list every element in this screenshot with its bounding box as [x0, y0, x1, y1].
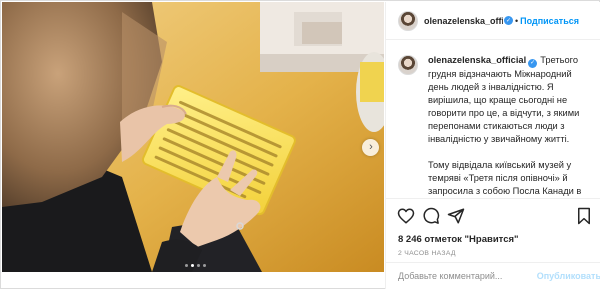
bookmark-icon[interactable] — [575, 207, 593, 225]
caption-author-username[interactable]: olenazelenska_official — [428, 55, 526, 65]
comment-input[interactable] — [398, 271, 529, 281]
post-details-panel: olenazelenska_offic ✓ • Подписаться olen… — [385, 2, 600, 289]
publish-button[interactable]: Опубликовать — [537, 271, 600, 281]
share-icon[interactable] — [447, 207, 465, 225]
post-photo[interactable]: › — [2, 2, 384, 272]
action-bar — [386, 198, 600, 232]
post-caption: olenazelenska_official ✓ Третього грудня в… — [386, 40, 600, 198]
verified-badge-icon: ✓ — [528, 59, 538, 68]
separator-dot: • — [515, 15, 519, 26]
post-timestamp[interactable]: 2 ЧАСОВ НАЗАД — [398, 250, 456, 257]
verified-badge-icon: ✓ — [504, 16, 513, 25]
comment-box: Опубликовать — [386, 262, 600, 289]
carousel-dot — [191, 264, 194, 267]
heart-icon[interactable] — [397, 207, 415, 225]
carousel-dot — [197, 264, 200, 267]
comment-icon[interactable] — [422, 207, 440, 225]
next-slide-button[interactable]: › — [362, 139, 379, 156]
caption-paragraph-1: Третього грудня відзначають Міжнародний … — [428, 55, 580, 144]
carousel-dot — [185, 264, 188, 267]
likes-count[interactable]: 8 246 отметок "Нравится" — [398, 234, 519, 245]
follow-button[interactable]: Подписаться — [520, 16, 579, 26]
braille-tablet-photo — [2, 2, 384, 272]
post-header: olenazelenska_offic ✓ • Подписаться — [386, 2, 600, 40]
caption-author-avatar[interactable] — [398, 55, 418, 75]
author-avatar[interactable] — [398, 10, 418, 31]
carousel-indicator — [185, 264, 206, 267]
caption-paragraph-2: Тому відвідала київський музей у темряві… — [428, 160, 582, 196]
chevron-right-icon: › — [369, 141, 373, 153]
carousel-dot — [203, 264, 206, 267]
post-card: › olenazelenska_offic ✓ • Подписаться ol… — [0, 0, 600, 289]
author-username[interactable]: olenazelenska_offic — [424, 16, 503, 26]
caption-text: olenazelenska_official ✓ Третього грудня в… — [428, 54, 588, 198]
